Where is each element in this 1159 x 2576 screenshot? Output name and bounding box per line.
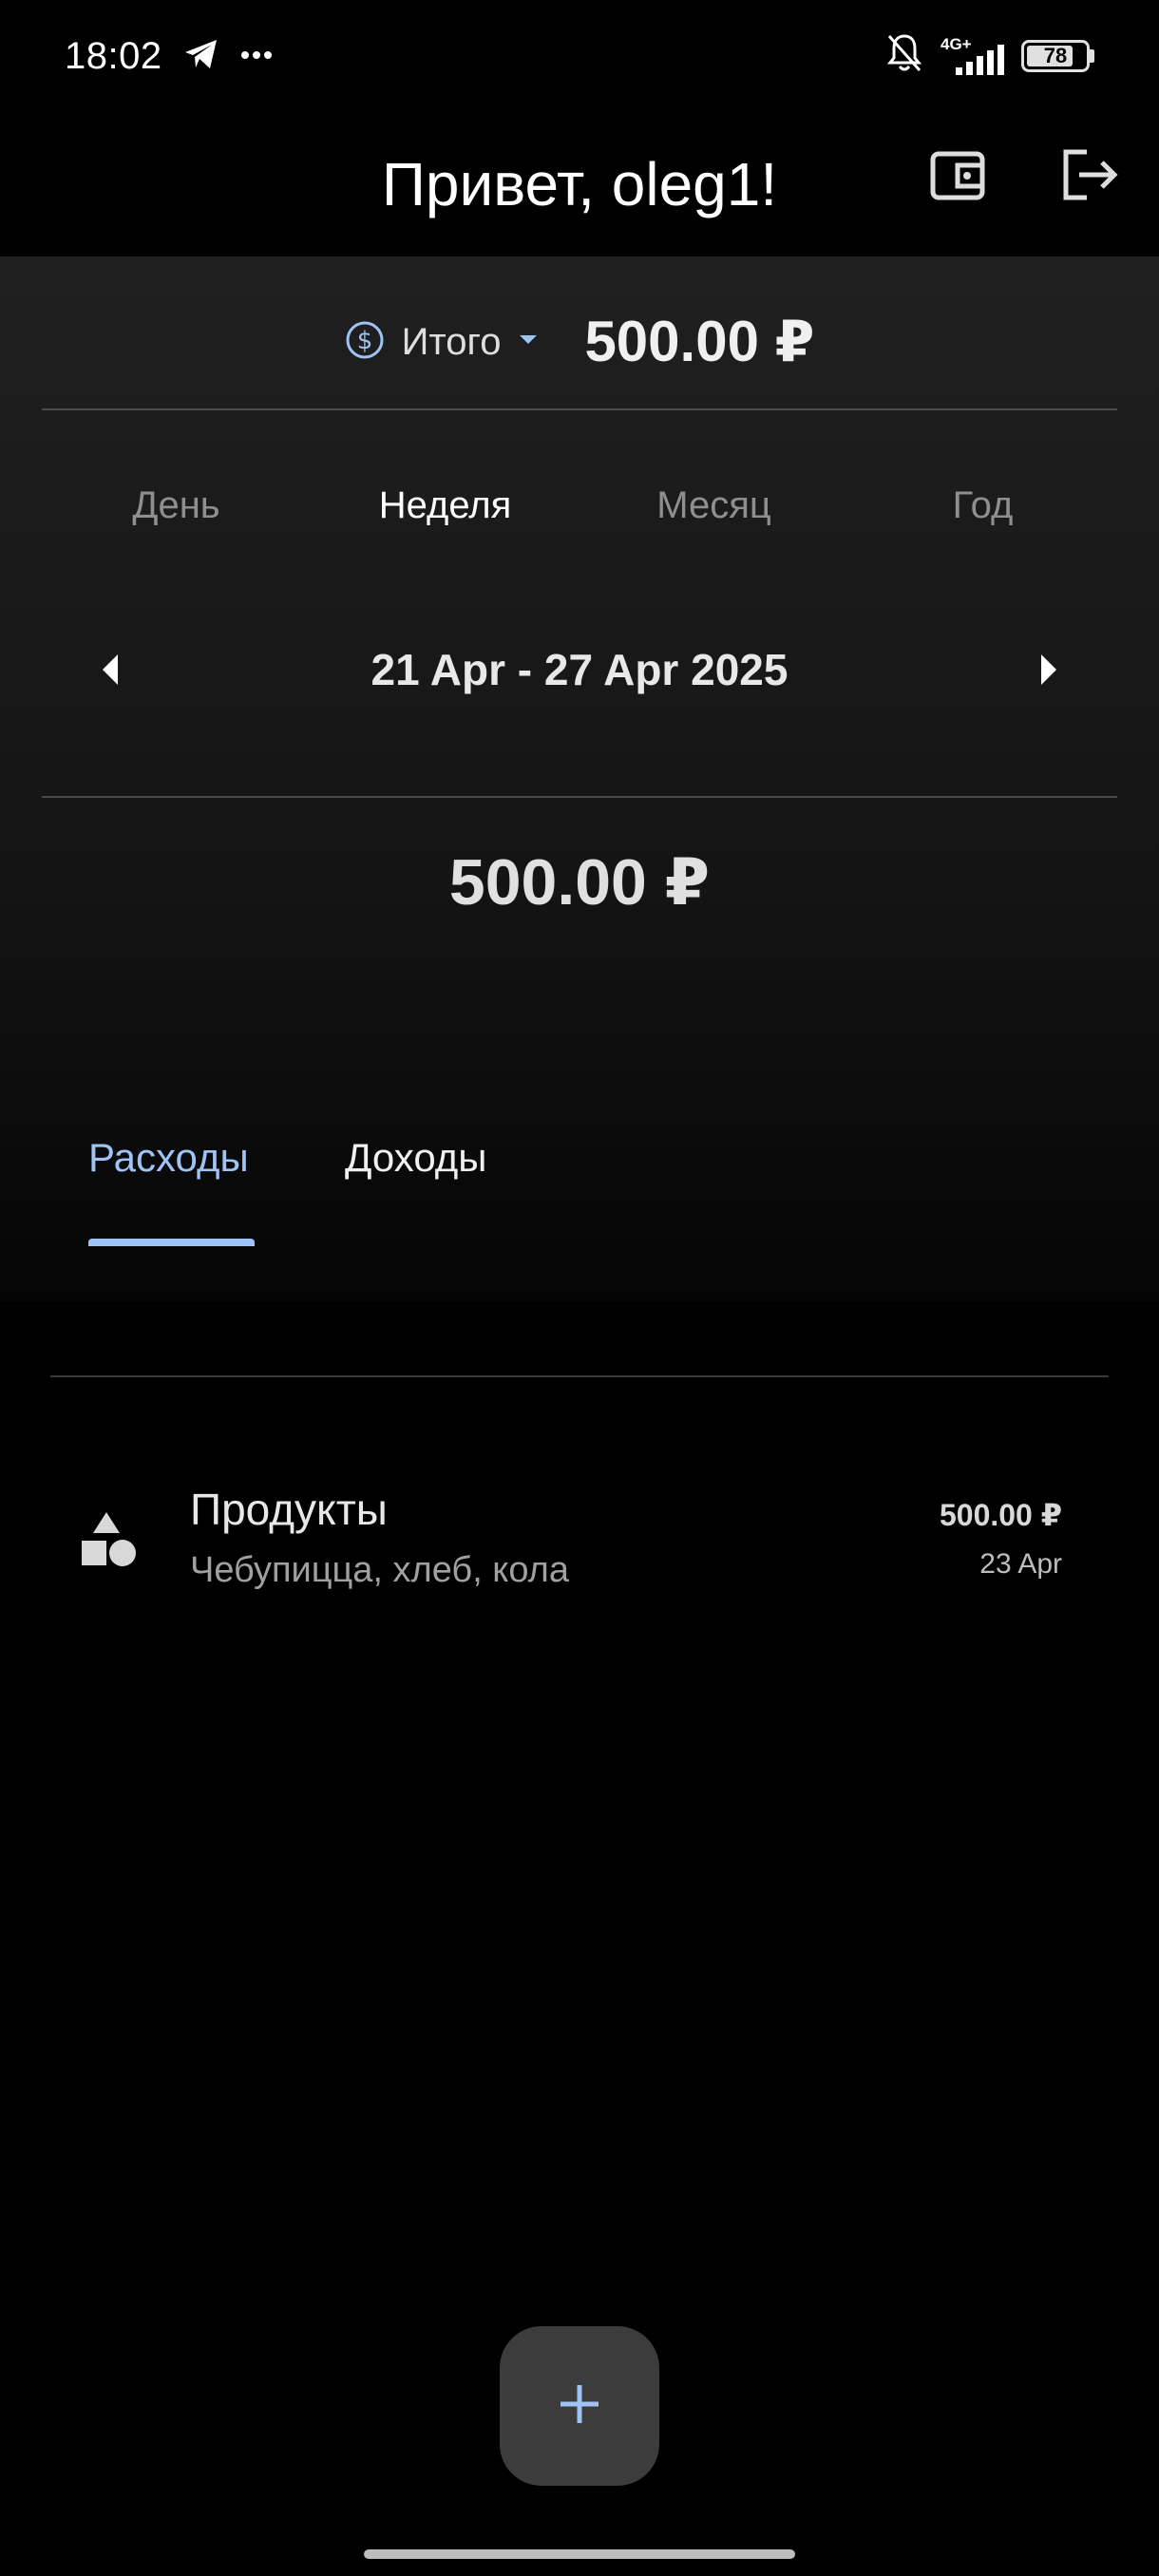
- tab-indicator: [88, 1239, 255, 1246]
- currency-icon: $: [345, 320, 385, 365]
- add-transaction-button[interactable]: [500, 2326, 659, 2486]
- transaction-amount: 500.00 ₽: [939, 1498, 1062, 1532]
- network-type: 4G+: [940, 34, 972, 53]
- period-week[interactable]: Неделя: [311, 484, 580, 527]
- status-left: 18:02: [65, 35, 273, 78]
- signal-icon: 4G+: [940, 34, 1004, 75]
- more-icon: [240, 47, 273, 65]
- account-total: 500.00 ₽: [584, 310, 815, 373]
- tab-income[interactable]: Доходы: [345, 1135, 486, 1181]
- category-shapes-icon: [80, 1510, 137, 1574]
- previous-period-arrow-icon[interactable]: [103, 654, 118, 685]
- period-day[interactable]: День: [42, 484, 311, 527]
- transaction-note: Чебупицца, хлеб, кола: [190, 1550, 569, 1590]
- logout-button[interactable]: [1053, 141, 1125, 213]
- status-bar: 18:02 4G+ 78: [0, 0, 1159, 112]
- period-total: 500.00 ₽: [448, 846, 711, 919]
- home-indicator[interactable]: [364, 2549, 795, 2559]
- transaction-category: Продукты: [190, 1485, 388, 1534]
- app-actions: [922, 141, 1125, 213]
- battery-level: 78: [1043, 43, 1068, 67]
- plus-icon: [557, 2381, 602, 2432]
- wallet-button[interactable]: [922, 141, 994, 213]
- status-right: 4G+ 78: [885, 32, 1094, 79]
- period-month[interactable]: Месяц: [580, 484, 848, 527]
- date-range-row: 21 Apr - 27 Apr 2025: [0, 632, 1159, 708]
- divider: [42, 796, 1117, 798]
- battery-icon: 78: [1021, 39, 1094, 72]
- date-range: 21 Apr - 27 Apr 2025: [370, 645, 788, 694]
- app-bar: Привет, oleg1!: [0, 112, 1159, 256]
- logout-icon: [1058, 146, 1119, 208]
- tabs-divider: [50, 1375, 1109, 1377]
- account-selector[interactable]: $ Итого 500.00 ₽: [0, 294, 1159, 389]
- tab-expenses[interactable]: Расходы: [88, 1135, 249, 1181]
- period-year[interactable]: Год: [848, 484, 1117, 527]
- account-label: Итого: [401, 320, 502, 363]
- transaction-date: 23 Apr: [979, 1548, 1062, 1580]
- svg-text:$: $: [356, 327, 372, 355]
- divider: [42, 408, 1117, 410]
- status-time: 18:02: [65, 34, 162, 77]
- wallet-icon: [927, 146, 988, 208]
- period-selector: День Неделя Месяц Год: [42, 484, 1117, 527]
- transaction-item[interactable]: Продукты Чебупицца, хлеб, кола 500.00 ₽ …: [0, 1463, 1159, 1596]
- next-period-arrow-icon[interactable]: [1041, 654, 1056, 685]
- telegram-icon: [183, 38, 219, 75]
- mute-bell-icon: [885, 32, 923, 79]
- chevron-down-icon: [518, 333, 539, 351]
